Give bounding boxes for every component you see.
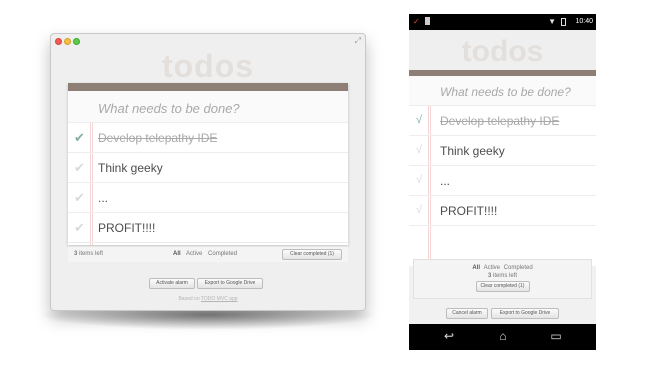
activate-alarm-button[interactable]: Activate alarm	[149, 278, 195, 289]
todo-item: √ ...	[409, 166, 596, 196]
app-title: todos	[161, 48, 255, 84]
phone-screen: ✓ ▼ 10:40 todos √ Develop telepathy IDE …	[409, 14, 596, 350]
todo-item: ✔ PROFIT!!!!	[68, 213, 348, 243]
header-bar	[68, 83, 348, 91]
credit-line: Based on TODO MVC app	[51, 296, 365, 302]
filter-completed[interactable]: Completed	[504, 265, 533, 271]
cancel-alarm-button[interactable]: Cancel alarm	[446, 308, 488, 319]
zoom-window-button[interactable]	[73, 38, 80, 45]
new-todo-input[interactable]	[98, 99, 338, 117]
checkmark-icon[interactable]: √	[416, 204, 422, 216]
todo-app: ✔ Develop telepathy IDE ✔ Think geeky ✔ …	[68, 83, 348, 245]
filter-active[interactable]: Active	[484, 265, 500, 271]
desktop-window: ⤢ todos ✔ Develop telepathy IDE ✔ Think …	[50, 33, 366, 311]
todo-app: √ Develop telepathy IDE √ Think geeky √ …	[409, 76, 596, 266]
filter-active[interactable]: Active	[186, 251, 202, 257]
clear-completed-button[interactable]: Clear completed (1)	[282, 249, 342, 260]
export-google-drive-button[interactable]: Export to Google Drive	[491, 308, 559, 319]
new-todo-field	[68, 91, 348, 123]
todo-item: ✔ Develop telepathy IDE	[68, 123, 348, 153]
new-todo-field	[409, 76, 596, 106]
items-left-label: items left	[79, 251, 104, 257]
home-icon[interactable]: ⌂	[493, 329, 513, 343]
close-window-button[interactable]	[55, 38, 62, 45]
todo-item: √ Think geeky	[409, 136, 596, 166]
todo-item: ✔ ...	[68, 183, 348, 213]
checkmark-icon[interactable]: ✔	[74, 130, 85, 146]
wifi-icon: ▼	[548, 17, 556, 26]
items-left-counter: 3 items left	[74, 251, 103, 257]
new-todo-input[interactable]	[440, 83, 590, 101]
todo-footer: 3 items left All Active Completed Clear …	[68, 246, 348, 262]
filter-completed[interactable]: Completed	[208, 251, 237, 257]
filter-all[interactable]: All	[472, 265, 480, 271]
export-google-drive-button[interactable]: Export to Google Drive	[197, 278, 263, 289]
todomvc-link[interactable]: TODO MVC app	[201, 296, 238, 302]
checkmark-icon[interactable]: √	[416, 114, 422, 126]
clear-completed-button[interactable]: Clear completed (1)	[475, 281, 530, 292]
checkmark-icon[interactable]: ✔	[74, 160, 85, 176]
checkmark-icon[interactable]: √	[416, 174, 422, 186]
credit-prefix: Based on	[178, 296, 200, 302]
items-left-count: 3	[487, 273, 492, 279]
action-buttons: Cancel alarm Export to Google Drive	[409, 308, 596, 319]
fullscreen-icon[interactable]: ⤢	[355, 36, 361, 46]
items-left-counter: 3 items left	[414, 273, 591, 279]
todo-footer: All Active Completed 3 items left Clear …	[413, 259, 592, 299]
status-bar: ✓ ▼ 10:40	[409, 14, 596, 30]
window-titlebar: ⤢	[51, 34, 365, 48]
filter-links: All Active Completed	[173, 251, 241, 257]
action-buttons: Activate alarm Export to Google Drive	[51, 278, 365, 289]
app-title: todos	[409, 30, 596, 74]
items-left-count: 3	[74, 251, 78, 257]
android-nav-bar: ↩ ⌂ ▭	[409, 324, 596, 350]
todo-text[interactable]: PROFIT!!!!	[440, 204, 497, 218]
todo-item: √ PROFIT!!!!	[409, 196, 596, 226]
items-left-label: items left	[493, 273, 518, 279]
todo-text[interactable]: ...	[440, 174, 450, 188]
todo-text[interactable]: Think geeky	[98, 161, 163, 175]
checkmark-icon[interactable]: ✔	[74, 190, 85, 206]
todo-item: √ Develop telepathy IDE	[409, 106, 596, 136]
todo-text[interactable]: Develop telepathy IDE	[98, 131, 217, 145]
recent-apps-icon[interactable]: ▭	[546, 329, 566, 343]
back-icon[interactable]: ↩	[439, 329, 459, 343]
battery-icon	[561, 18, 566, 26]
sd-card-icon	[425, 17, 430, 25]
minimize-window-button[interactable]	[64, 38, 71, 45]
filter-links: All Active Completed	[414, 265, 591, 271]
todo-text[interactable]: ...	[98, 191, 108, 205]
filter-all[interactable]: All	[173, 251, 181, 257]
todo-item: ✔ Think geeky	[68, 153, 348, 183]
checkmark-icon[interactable]: √	[416, 144, 422, 156]
todo-text[interactable]: PROFIT!!!!	[98, 221, 155, 235]
checkmark-icon[interactable]: ✔	[74, 220, 85, 236]
todo-text[interactable]: Develop telepathy IDE	[440, 114, 559, 128]
clock: 10:40	[575, 18, 593, 25]
notification-icon: ✓	[413, 17, 420, 26]
todo-text[interactable]: Think geeky	[440, 144, 505, 158]
